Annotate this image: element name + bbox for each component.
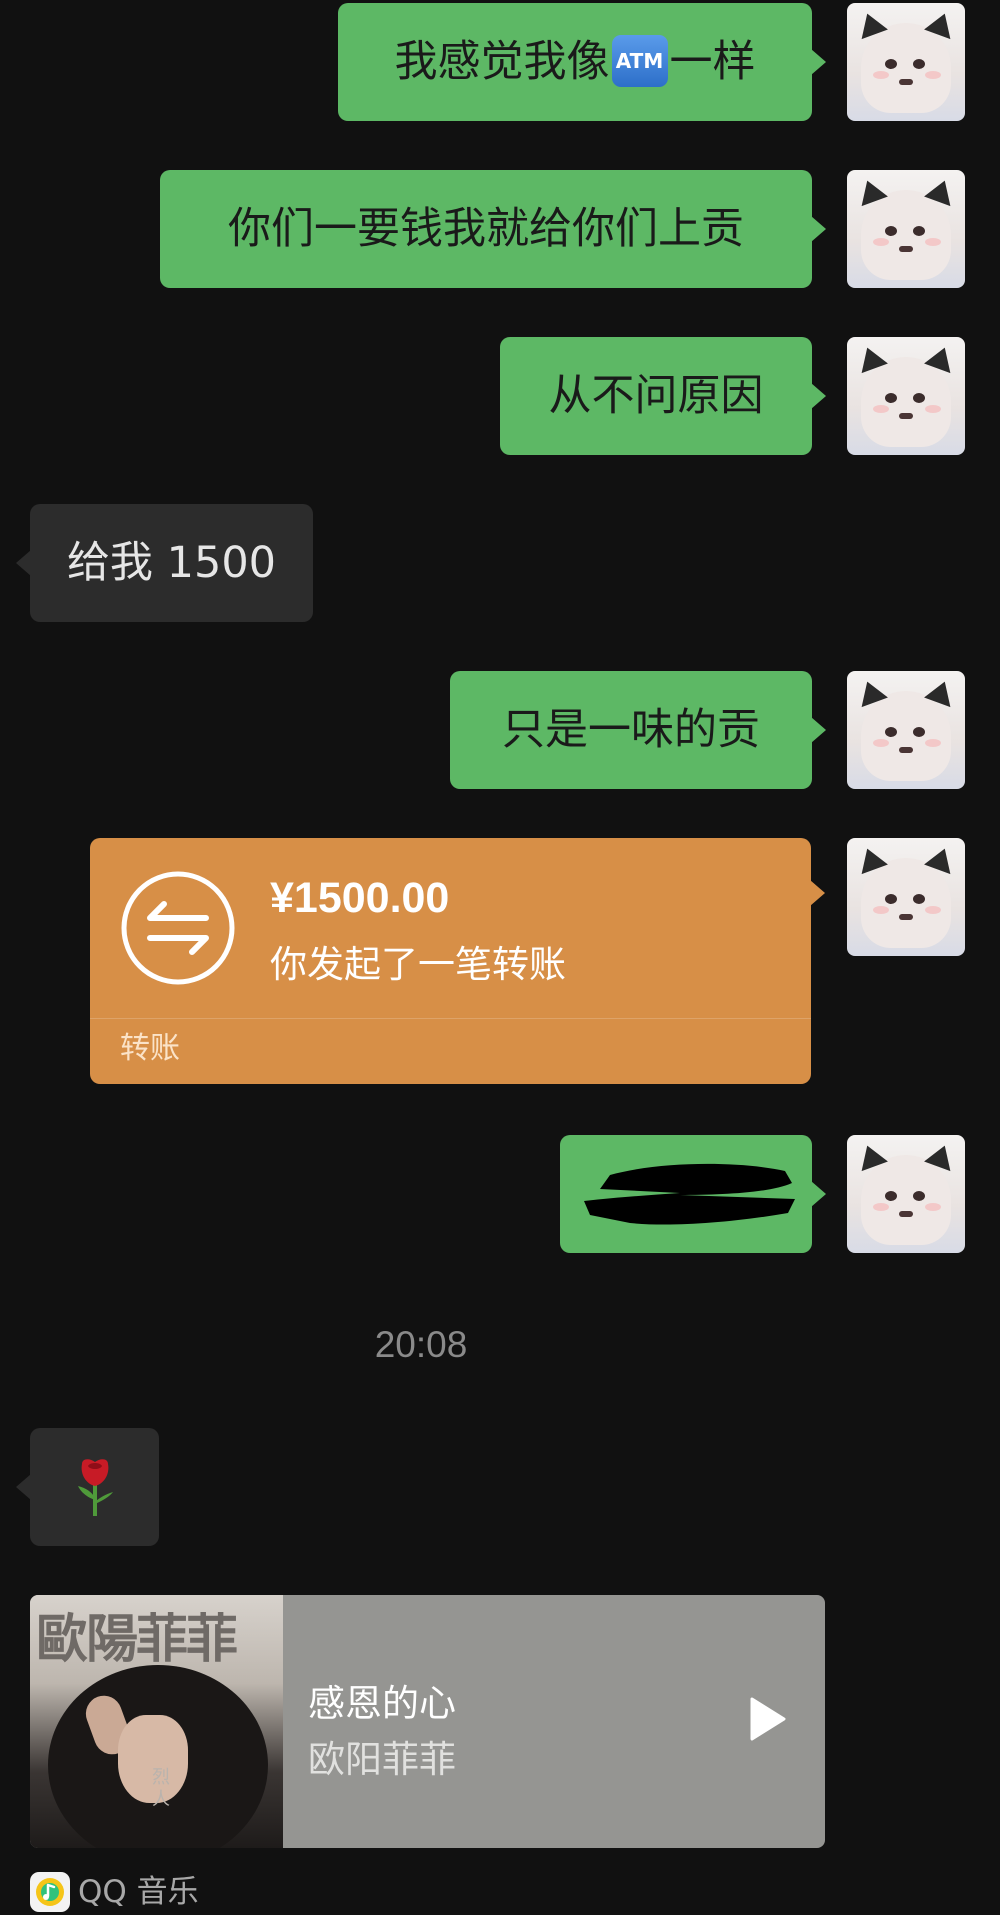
message-text: 只是一味的贡 bbox=[502, 705, 760, 755]
user-avatar[interactable] bbox=[847, 3, 965, 121]
message-text: 你们一要钱我就给你们上贡 bbox=[228, 204, 744, 254]
chat-screen: 我感觉我像 ATM 一样 你们一要钱我就给你们上贡 从不问原因 给我 1500 只是… bbox=[0, 0, 1000, 1915]
message-bubble-outgoing[interactable]: 你们一要钱我就给你们上贡 bbox=[160, 170, 826, 288]
transfer-description: 你发起了一笔转账 bbox=[270, 943, 566, 986]
message-bubble-incoming[interactable] bbox=[16, 1428, 159, 1546]
user-avatar[interactable] bbox=[847, 1135, 965, 1253]
transfer-card[interactable]: ¥1500.00 你发起了一笔转账 转账 bbox=[90, 838, 825, 1084]
message-bubble-incoming[interactable]: 给我 1500 bbox=[16, 504, 313, 622]
transfer-amount: ¥1500.00 bbox=[270, 874, 450, 922]
message-bubble-redacted[interactable] bbox=[560, 1135, 826, 1253]
song-title: 感恩的心 bbox=[308, 1682, 456, 1725]
rose-icon bbox=[78, 1459, 113, 1516]
album-caption: 烈 人 bbox=[152, 1767, 170, 1810]
timestamp: 20:08 bbox=[374, 1324, 468, 1365]
play-icon[interactable] bbox=[748, 1695, 788, 1743]
music-source-label: QQ 音乐 bbox=[78, 1874, 199, 1910]
song-artist: 欧阳菲菲 bbox=[308, 1738, 456, 1781]
message-bubble-outgoing[interactable]: 从不问原因 bbox=[500, 337, 826, 455]
transfer-label: 转账 bbox=[120, 1031, 180, 1066]
divider bbox=[90, 1018, 811, 1019]
message-text: 我感觉我像 bbox=[394, 37, 610, 87]
music-share-card[interactable]: 歐陽菲菲 烈 人 感恩的心 欧阳菲菲 bbox=[30, 1595, 825, 1848]
message-bubble-outgoing[interactable]: 只是一味的贡 bbox=[450, 671, 826, 789]
album-title: 歐陽菲菲 bbox=[36, 1609, 238, 1670]
qq-music-icon bbox=[30, 1872, 70, 1912]
user-avatar[interactable] bbox=[847, 170, 965, 288]
message-text: 一样 bbox=[669, 37, 756, 87]
album-cover: 歐陽菲菲 烈 人 bbox=[30, 1595, 283, 1848]
message-text: 从不问原因 bbox=[548, 371, 764, 421]
user-avatar[interactable] bbox=[847, 337, 965, 455]
user-avatar[interactable] bbox=[847, 671, 965, 789]
user-avatar[interactable] bbox=[847, 838, 965, 956]
atm-emoji-icon: ATM bbox=[611, 34, 668, 87]
message-bubble-outgoing[interactable]: 我感觉我像 ATM 一样 bbox=[338, 3, 826, 121]
redaction-scribble bbox=[584, 1163, 795, 1225]
transfer-icon bbox=[121, 871, 235, 985]
message-text: 给我 1500 bbox=[66, 538, 277, 588]
